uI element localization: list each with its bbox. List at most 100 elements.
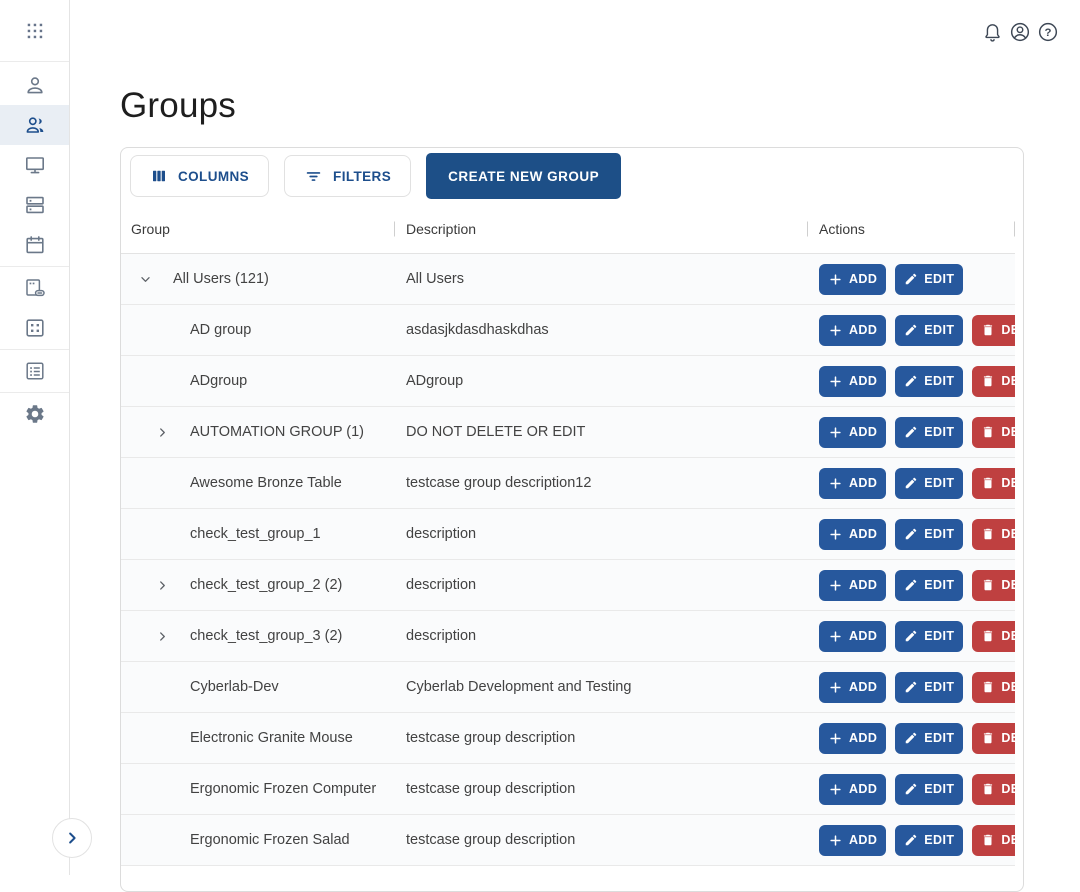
add-button[interactable]: ADD <box>819 825 886 856</box>
trash-icon <box>981 629 995 643</box>
sidebar-item-groups[interactable] <box>0 105 69 145</box>
sidebar-item-device-link[interactable] <box>0 268 69 308</box>
table-row[interactable]: ADgroup ADgroup ADD EDIT DEL <box>121 356 1015 407</box>
delete-button[interactable]: DELETE <box>972 315 1015 346</box>
add-button[interactable]: ADD <box>819 468 886 499</box>
edit-button[interactable]: EDIT <box>895 774 963 805</box>
person-icon <box>24 74 46 96</box>
description-cell: testcase group description <box>395 831 808 849</box>
table-row[interactable]: Ergonomic Frozen Salad testcase group de… <box>121 815 1015 866</box>
column-header-description[interactable]: Description <box>395 204 808 253</box>
table-row[interactable]: Ergonomic Frozen Computer testcase group… <box>121 764 1015 815</box>
edit-button-label: EDIT <box>924 782 954 796</box>
add-button[interactable]: ADD <box>819 621 886 652</box>
monitor-icon <box>24 154 46 176</box>
table-toolbar: COLUMNS FILTERS CREATE NEW GROUP <box>121 148 1023 204</box>
add-button[interactable]: ADD <box>819 315 886 346</box>
sidebar-item-list[interactable] <box>0 351 69 391</box>
sidebar-item-storage[interactable] <box>0 185 69 225</box>
add-button[interactable]: ADD <box>819 774 886 805</box>
expand-toggle[interactable] <box>133 267 157 291</box>
chevron-right-icon <box>154 577 171 594</box>
add-button[interactable]: ADD <box>819 519 886 550</box>
sidebar-item-calendar[interactable] <box>0 225 69 265</box>
help-button[interactable]: ? <box>1034 18 1062 46</box>
table-row[interactable]: Cyberlab-Dev Cyberlab Development and Te… <box>121 662 1015 713</box>
people-group-icon <box>24 114 46 136</box>
delete-button[interactable]: DELETE <box>972 570 1015 601</box>
expand-toggle[interactable] <box>150 573 174 597</box>
sidebar-item-apps-window[interactable] <box>0 308 69 348</box>
table-row[interactable]: AD group asdasjkdasdhaskdhas ADD EDIT <box>121 305 1015 356</box>
device-link-icon <box>24 277 46 299</box>
expand-toggle[interactable] <box>150 624 174 648</box>
add-button[interactable]: ADD <box>819 264 886 295</box>
delete-button[interactable]: DELETE <box>972 774 1015 805</box>
delete-button[interactable]: DELETE <box>972 468 1015 499</box>
filters-button[interactable]: FILTERS <box>284 155 411 197</box>
trash-icon <box>981 527 995 541</box>
add-button[interactable]: ADD <box>819 417 886 448</box>
table-row[interactable]: Awesome Bronze Table testcase group desc… <box>121 458 1015 509</box>
description-cell: DO NOT DELETE OR EDIT <box>395 423 808 441</box>
account-button[interactable] <box>1006 18 1034 46</box>
column-header-actions[interactable]: Actions <box>808 204 1015 253</box>
edit-button[interactable]: EDIT <box>895 672 963 703</box>
table-row[interactable]: All Users (121) All Users ADD EDIT <box>121 254 1015 305</box>
edit-button[interactable]: EDIT <box>895 468 963 499</box>
sidebar-item-monitor[interactable] <box>0 145 69 185</box>
table-row[interactable]: check_test_group_3 (2) description ADD E… <box>121 611 1015 662</box>
plus-icon <box>828 425 843 440</box>
expand-toggle <box>150 828 174 852</box>
table-row[interactable]: check_test_group_2 (2) description ADD E… <box>121 560 1015 611</box>
delete-button[interactable]: DELETE <box>972 621 1015 652</box>
edit-button[interactable]: EDIT <box>895 570 963 601</box>
edit-button[interactable]: EDIT <box>895 621 963 652</box>
sidebar <box>0 0 70 875</box>
table-row[interactable]: AUTOMATION GROUP (1) DO NOT DELETE OR ED… <box>121 407 1015 458</box>
trash-icon <box>981 425 995 439</box>
sidebar-expand-button[interactable] <box>52 818 92 858</box>
add-button[interactable]: ADD <box>819 366 886 397</box>
add-button[interactable]: ADD <box>819 672 886 703</box>
columns-button[interactable]: COLUMNS <box>130 155 269 197</box>
chevron-right-icon <box>154 628 171 645</box>
notifications-button[interactable] <box>978 18 1006 46</box>
delete-button[interactable]: DELETE <box>972 366 1015 397</box>
delete-button[interactable]: DELETE <box>972 672 1015 703</box>
plus-icon <box>828 782 843 797</box>
expand-toggle <box>150 675 174 699</box>
sidebar-item-person[interactable] <box>0 65 69 105</box>
add-button-label: ADD <box>849 833 877 847</box>
table-row[interactable]: check_test_group_1 description ADD EDIT <box>121 509 1015 560</box>
description-cell: description <box>395 525 808 543</box>
group-cell: Electronic Granite Mouse <box>121 726 395 750</box>
edit-button[interactable]: EDIT <box>895 723 963 754</box>
table-row[interactable]: Electronic Granite Mouse testcase group … <box>121 713 1015 764</box>
groups-table: Group Description Actions All Users (121… <box>121 204 1015 866</box>
add-button[interactable]: ADD <box>819 570 886 601</box>
sidebar-item-settings[interactable] <box>0 394 69 434</box>
pencil-icon <box>904 323 918 337</box>
edit-button[interactable]: EDIT <box>895 315 963 346</box>
storage-icon <box>24 194 46 216</box>
group-cell: All Users (121) <box>121 267 395 291</box>
edit-button[interactable]: EDIT <box>895 825 963 856</box>
column-header-group[interactable]: Group <box>121 204 395 253</box>
gear-icon <box>24 403 46 425</box>
add-button[interactable]: ADD <box>819 723 886 754</box>
delete-button[interactable]: DELETE <box>972 519 1015 550</box>
expand-toggle[interactable] <box>150 420 174 444</box>
delete-button[interactable]: DELETE <box>972 825 1015 856</box>
edit-button[interactable]: EDIT <box>895 264 963 295</box>
groups-card: COLUMNS FILTERS CREATE NEW GROUP Group D… <box>120 147 1024 892</box>
delete-button[interactable]: DELETE <box>972 417 1015 448</box>
edit-button[interactable]: EDIT <box>895 417 963 448</box>
add-button-label: ADD <box>849 323 877 337</box>
create-new-group-button[interactable]: CREATE NEW GROUP <box>426 153 621 199</box>
edit-button[interactable]: EDIT <box>895 366 963 397</box>
app-launcher-button[interactable] <box>0 0 69 62</box>
edit-button[interactable]: EDIT <box>895 519 963 550</box>
delete-button[interactable]: DELETE <box>972 723 1015 754</box>
expand-toggle <box>150 522 174 546</box>
